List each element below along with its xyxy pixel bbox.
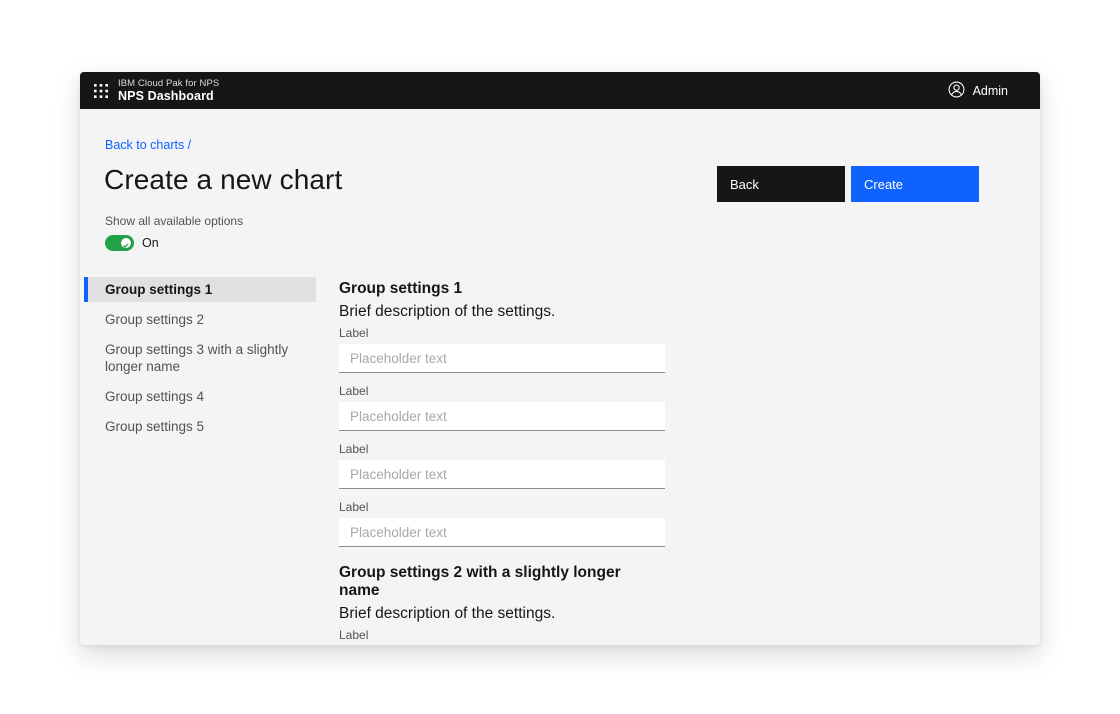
form-section: Group settings 2 with a slightly longer … (339, 564, 665, 645)
app-switcher-grid-icon (94, 84, 108, 98)
app-switcher-button[interactable] (93, 83, 109, 99)
field-label: Label (339, 327, 665, 339)
form-field: Label (339, 385, 665, 431)
product-name: IBM Cloud Pak for NPS (118, 79, 219, 89)
form-field: Label (339, 629, 665, 645)
field-label: Label (339, 629, 665, 641)
user-avatar-icon (948, 81, 965, 101)
section-description: Brief description of the settings. (339, 302, 665, 322)
page-actions: Back Create (717, 166, 979, 202)
field-label: Label (339, 385, 665, 397)
settings-group-nav: Group settings 1 Group settings 2 Group se… (84, 277, 316, 444)
brand: IBM Cloud Pak for NPS NPS Dashboard (118, 79, 219, 103)
back-button[interactable]: Back (717, 166, 845, 202)
text-input[interactable] (339, 518, 665, 547)
toggle-label: Show all available options (105, 214, 1040, 228)
text-input[interactable] (339, 402, 665, 431)
user-name: Admin (973, 84, 1008, 98)
app-header: IBM Cloud Pak for NPS NPS Dashboard Admi… (80, 72, 1040, 109)
user-menu[interactable]: Admin (948, 81, 1008, 101)
toggle-knob (121, 238, 131, 248)
form-field: Label (339, 327, 665, 373)
page-content: Back to charts / Create a new chart Back… (80, 109, 1040, 645)
breadcrumb[interactable]: Back to charts / (105, 138, 191, 152)
checkmark-icon (123, 236, 129, 251)
app-name: NPS Dashboard (118, 90, 219, 103)
app-window: IBM Cloud Pak for NPS NPS Dashboard Admi… (80, 72, 1040, 645)
sidebar-item[interactable]: Group settings 2 (84, 307, 316, 332)
section-heading: Group settings 2 with a slightly longer … (339, 564, 665, 600)
text-input[interactable] (339, 344, 665, 373)
section-heading: Group settings 1 (339, 280, 665, 298)
sidebar-item[interactable]: Group settings 1 (84, 277, 316, 302)
settings-layout: Group settings 1 Group settings 2 Group se… (84, 277, 1040, 645)
toggle-row: On (105, 235, 1040, 251)
text-input[interactable] (339, 460, 665, 489)
field-label: Label (339, 443, 665, 455)
sidebar-item[interactable]: Group settings 5 (84, 414, 316, 439)
form-field: Label (339, 501, 665, 547)
sidebar-item[interactable]: Group settings 4 (84, 384, 316, 409)
sidebar-item[interactable]: Group settings 3 with a slightly longer … (84, 337, 316, 379)
form-section: Group settings 1 Brief description of the… (339, 280, 665, 547)
toggle-state-label: On (142, 236, 159, 250)
settings-form: Group settings 1 Brief description of the… (339, 277, 665, 645)
create-button[interactable]: Create (851, 166, 979, 202)
form-field: Label (339, 443, 665, 489)
field-label: Label (339, 501, 665, 513)
options-toggle[interactable] (105, 235, 134, 251)
section-description: Brief description of the settings. (339, 604, 665, 624)
